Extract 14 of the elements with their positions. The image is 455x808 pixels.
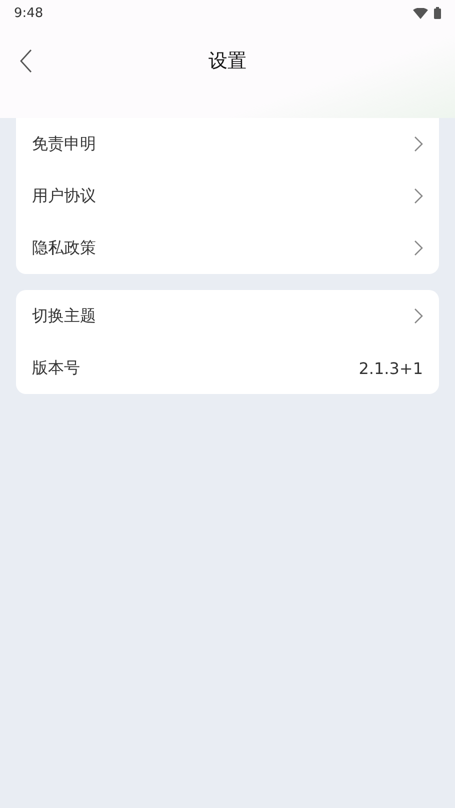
battery-icon — [434, 7, 441, 19]
settings-item[interactable]: 隐私政策 — [16, 222, 439, 274]
chevron-right-icon — [414, 136, 423, 152]
chevron-right-icon — [414, 188, 423, 204]
version-value: 2.1.3+1 — [358, 358, 423, 378]
wifi-icon — [413, 8, 428, 18]
settings-item[interactable]: 用户协议 — [16, 170, 439, 222]
chevron-right-icon — [414, 240, 423, 256]
chevron-right-icon — [414, 308, 423, 324]
status-time: 9:48 — [14, 6, 44, 20]
settings-item[interactable]: 切换主题 — [16, 290, 439, 342]
settings-item[interactable]: 免责申明 — [16, 118, 439, 170]
page-title: 设置 — [208, 49, 246, 74]
settings-item: 版本号 2.1.3+1 — [31, 356, 424, 380]
